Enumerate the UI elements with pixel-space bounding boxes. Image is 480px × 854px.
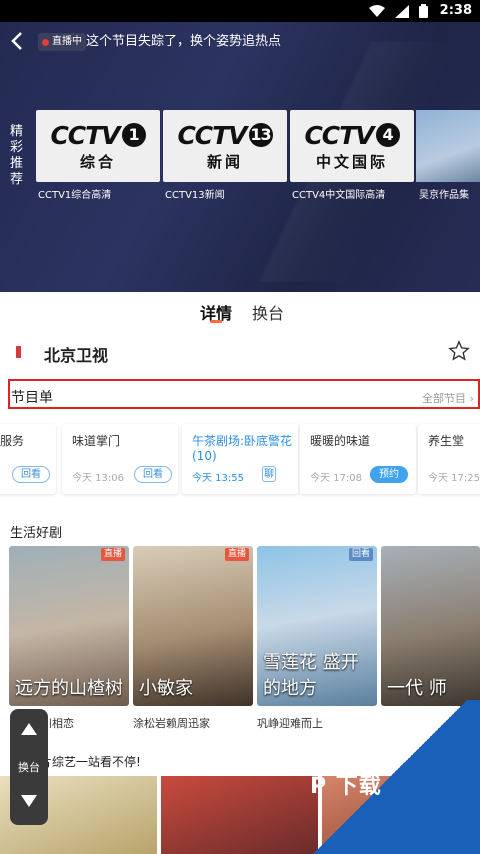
channel-card-wujing[interactable]: [416, 110, 480, 182]
arrow-down-icon[interactable]: [21, 795, 37, 807]
poster-title: 雪莲花 盛开的地方: [263, 652, 359, 699]
cctv-logo: CCTV 1: [50, 121, 146, 150]
signal-icon: [395, 4, 409, 18]
battery-icon: [419, 4, 428, 18]
poster-title: 小敏家: [139, 678, 193, 699]
tab-indicator: [210, 320, 222, 323]
live-tag: 直播: [224, 548, 249, 561]
tab-bar: [0, 292, 480, 332]
channel-card-cctv4[interactable]: CCTV 4 中文国际: [290, 110, 414, 182]
back-button[interactable]: [10, 30, 30, 54]
replay-button[interactable]: 回看: [12, 466, 50, 483]
program-time: 今天 13:06: [72, 473, 124, 484]
channel-switch-label: 换台: [18, 761, 40, 774]
section-title-dramas: 生活好剧: [10, 526, 63, 541]
program-card[interactable]: 养生堂 今天 17:25: [418, 424, 480, 494]
drama-poster[interactable]: 一代 师: [381, 546, 480, 706]
program-card[interactable]: 味道掌门 今天 13:06 回看: [62, 424, 178, 494]
live-label: 直播中: [52, 36, 82, 47]
cctv-logo: CCTV 13: [177, 120, 273, 150]
channel-name: CCTV1综合高清: [38, 190, 112, 201]
program-title: 服务: [0, 434, 25, 448]
channel-cn: 中文国际: [315, 152, 388, 171]
live-dot-icon: [42, 38, 49, 46]
replay-tag: 回看: [348, 548, 373, 561]
star-icon[interactable]: [448, 340, 470, 362]
program-card[interactable]: 服务 回看: [0, 424, 56, 494]
drama-poster[interactable]: 直播 远方的山楂树: [9, 546, 129, 706]
program-card[interactable]: 暖暖的味道 今天 17:08 预约: [300, 424, 416, 494]
cctv-logo: CCTV 4: [304, 121, 400, 150]
channel-name: CCTV4中文国际高清: [292, 190, 386, 201]
status-bar: 2:38: [0, 0, 480, 22]
drama-poster[interactable]: 回看 雪莲花 盛开的地方: [257, 546, 377, 706]
live-tag: 直播: [100, 548, 125, 561]
program-title: 午茶剧场:卧底警花(10): [192, 434, 293, 463]
program-time: 今天 17:25: [428, 473, 480, 484]
all-programs-link[interactable]: 全部节目 ›: [422, 390, 474, 406]
watermark-text: P 下载: [310, 774, 382, 799]
replay-button[interactable]: 回看: [134, 466, 172, 483]
channel-card-cctv1[interactable]: CCTV 1 综合: [36, 110, 160, 182]
channel-cn: 新闻: [206, 152, 243, 171]
drama-name: 涂松岩赖周迅家: [133, 717, 210, 730]
program-card-current[interactable]: 午茶剧场:卧底警花(10) 今天 13:55 聊: [182, 424, 298, 494]
status-icons: [369, 4, 428, 18]
poster-title: 远方的山楂树: [15, 678, 123, 699]
program-time: 今天 13:55: [192, 473, 244, 484]
schedule-highlight-box: [8, 379, 480, 409]
channel-name: CCTV13新闻: [165, 190, 225, 201]
program-title: 养生堂: [428, 434, 465, 448]
program-time: 今天 17:08: [310, 473, 362, 484]
tab-switch[interactable]: 换台: [252, 300, 284, 324]
reserve-button[interactable]: 预约: [370, 466, 408, 483]
schedule-title: 节目单: [11, 390, 53, 406]
wifi-icon: [369, 4, 385, 17]
chevron-left-icon: [11, 32, 22, 50]
arrow-up-icon[interactable]: [21, 723, 37, 735]
status-time: 2:38: [439, 3, 472, 18]
channel-switch-control: 换台: [10, 709, 48, 825]
channel-name: 吴京作品集: [419, 190, 469, 201]
chat-icon[interactable]: 聊: [262, 466, 276, 482]
program-title: 暖暖的味道: [310, 434, 371, 448]
channel-cn: 综合: [79, 152, 116, 171]
drama-poster[interactable]: 直播 小敏家: [133, 546, 253, 706]
section-title-variety: 片综艺一站看不停!: [40, 755, 141, 769]
channel-card-cctv13[interactable]: CCTV 13 新闻: [163, 110, 287, 182]
live-badge: 直播中: [38, 33, 86, 51]
program-title: 味道掌门: [72, 434, 121, 448]
recommend-label: 精彩推荐: [10, 124, 24, 187]
variety-poster[interactable]: [161, 776, 318, 854]
station-name: 北京卫视: [44, 346, 109, 365]
station-logo: [16, 346, 32, 358]
hero-message: 这个节目失踪了，换个姿势追热点: [86, 34, 282, 49]
